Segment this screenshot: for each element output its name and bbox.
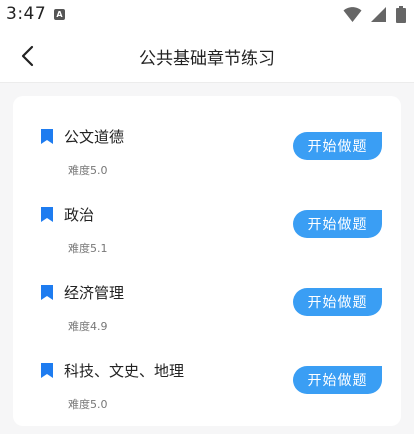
signal-icon (370, 7, 386, 22)
bookmark-icon (41, 363, 53, 378)
start-practice-button[interactable]: 开始做题 (293, 288, 382, 316)
chapter-row: 经济管理 难度4.9 开始做题 (13, 280, 401, 350)
difficulty-label: 难度5.1 (68, 242, 108, 255)
chapter-list-card: 公文道德 难度5.0 开始做题 政治 难度5.1 开始做题 经济管理 难度4.9… (13, 96, 401, 426)
wifi-icon (343, 7, 362, 22)
difficulty-label: 难度5.0 (68, 398, 108, 411)
start-practice-button[interactable]: 开始做题 (293, 366, 382, 394)
chapter-name: 科技、文史、地理 (64, 362, 185, 380)
chapter-name: 政治 (64, 206, 95, 224)
app-header: 公共基础章节练习 (0, 30, 414, 83)
status-icons (343, 6, 406, 24)
chapter-name: 公文道德 (64, 128, 125, 146)
status-bar: 3:47 A (0, 0, 414, 30)
bookmark-icon (41, 129, 53, 144)
chapter-row: 公文道德 难度5.0 开始做题 (13, 124, 401, 194)
status-time: 3:47 (6, 4, 47, 24)
chapter-name: 经济管理 (64, 284, 125, 302)
difficulty-label: 难度4.9 (68, 320, 108, 333)
bookmark-icon (41, 285, 53, 300)
chapter-row: 政治 难度5.1 开始做题 (13, 202, 401, 272)
page-title: 公共基础章节练习 (139, 49, 275, 69)
start-practice-button[interactable]: 开始做题 (293, 210, 382, 238)
start-practice-button[interactable]: 开始做题 (293, 132, 382, 160)
bookmark-icon (41, 207, 53, 222)
chapter-row: 科技、文史、地理 难度5.0 开始做题 (13, 358, 401, 428)
battery-icon (396, 6, 406, 23)
difficulty-label: 难度5.0 (68, 164, 108, 177)
notification-badge: A (54, 9, 65, 20)
